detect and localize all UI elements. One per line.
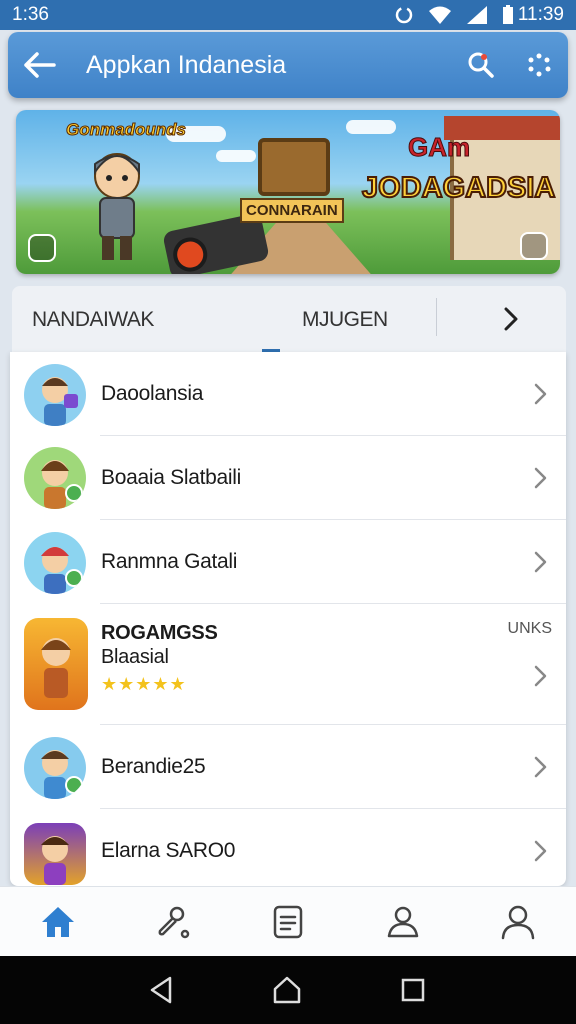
back-triangle-icon[interactable] xyxy=(148,975,176,1005)
profile-icon xyxy=(502,905,535,939)
battery-icon xyxy=(502,5,513,24)
tab-next-button[interactable] xyxy=(486,300,536,338)
chevron-right-icon xyxy=(534,756,547,778)
list-item-title: ROGAMGSS xyxy=(101,622,218,644)
list-item-featured[interactable]: ROGAMGSS Blaasial ★★★★★ UNKS xyxy=(10,604,566,725)
list-item[interactable]: Boaaia Slatbaili xyxy=(10,436,566,520)
wifi-icon xyxy=(428,6,451,24)
recents-square-icon[interactable] xyxy=(398,975,428,1005)
app-list: Daoolansia Boaaia Slatbaili Ranmna Gatal… xyxy=(10,352,566,886)
avatar xyxy=(24,532,86,594)
status-bar: 1:36 11:39 xyxy=(0,0,576,30)
status-time-left: 1:36 xyxy=(12,4,49,25)
list-item-label: Daoolansia xyxy=(101,382,204,405)
nav-tools[interactable] xyxy=(115,887,230,956)
list-item[interactable]: Ranmna Gatali xyxy=(10,520,566,604)
cloud xyxy=(216,150,256,162)
chevron-right-icon xyxy=(534,383,547,405)
tab-mjugen[interactable]: MJUGEN xyxy=(302,308,388,332)
tab-divider xyxy=(436,298,437,336)
banner-logo-right: JODAGADSIA xyxy=(361,171,556,205)
users-icon xyxy=(387,906,419,937)
chevron-right-icon xyxy=(534,467,547,489)
status-icons: 11:39 xyxy=(394,4,564,26)
treasure-crate xyxy=(258,138,330,196)
avatar xyxy=(24,364,86,426)
sync-icon xyxy=(395,6,413,24)
banner-crate-label: CONNARAIN xyxy=(240,198,344,223)
chevron-right-icon xyxy=(534,551,547,573)
avatar xyxy=(24,737,86,799)
app-icon xyxy=(24,618,88,710)
nav-profile[interactable] xyxy=(461,887,576,956)
tab-nandaiwak[interactable]: NANDAIWAK xyxy=(32,308,154,332)
home-outline-icon[interactable] xyxy=(271,975,303,1005)
hero-character xyxy=(94,153,140,260)
bottom-nav xyxy=(0,886,576,956)
system-nav xyxy=(0,956,576,1024)
chevron-right-icon xyxy=(534,840,547,862)
list-item-subtitle: Blaasial xyxy=(101,646,169,668)
chevron-right-icon xyxy=(534,665,547,687)
banner-logo-right-top: GAm xyxy=(407,132,471,163)
list-item-label: Elarna SARO0 xyxy=(101,839,236,862)
nav-community[interactable] xyxy=(346,887,461,956)
avatar xyxy=(24,447,86,509)
banner-logo-left: Gonmadounds xyxy=(66,120,187,140)
list-item[interactable]: Berandie25 xyxy=(10,725,566,809)
search-button[interactable] xyxy=(452,32,510,98)
status-time-right: 11:39 xyxy=(517,4,564,25)
page-title: Appkan Indanesia xyxy=(86,50,287,79)
document-icon xyxy=(273,905,303,938)
list-item[interactable]: Daoolansia xyxy=(10,352,566,436)
home-icon xyxy=(41,906,74,937)
avatar xyxy=(24,823,86,885)
list-item[interactable]: Elarna SARO0 xyxy=(10,809,566,886)
promo-banner[interactable]: Gonmadounds CONNARAIN GAm JODAGADSIA xyxy=(16,110,560,274)
tools-icon xyxy=(158,906,190,938)
list-item-tag: UNKS xyxy=(507,620,552,637)
more-button[interactable] xyxy=(510,32,568,98)
tab-bar: NANDAIWAK MJUGEN xyxy=(12,286,566,352)
search-icon xyxy=(468,52,494,78)
list-item-label: Boaaia Slatbaili xyxy=(101,466,241,489)
cloud xyxy=(346,120,396,134)
signal-icon xyxy=(466,6,487,24)
nav-documents[interactable] xyxy=(230,887,345,956)
chat-icon[interactable] xyxy=(520,232,548,260)
list-item-label: Ranmna Gatali xyxy=(101,550,238,573)
loading-dots-icon xyxy=(528,53,551,77)
list-item-label: Berandie25 xyxy=(101,755,206,778)
back-arrow-icon xyxy=(24,52,56,78)
chevron-right-icon xyxy=(504,307,518,331)
back-button[interactable] xyxy=(8,32,72,98)
badge-icon xyxy=(28,234,56,262)
rating-stars: ★★★★★ xyxy=(101,674,187,694)
nav-home[interactable] xyxy=(0,887,115,956)
app-bar: Appkan Indanesia xyxy=(8,32,568,98)
